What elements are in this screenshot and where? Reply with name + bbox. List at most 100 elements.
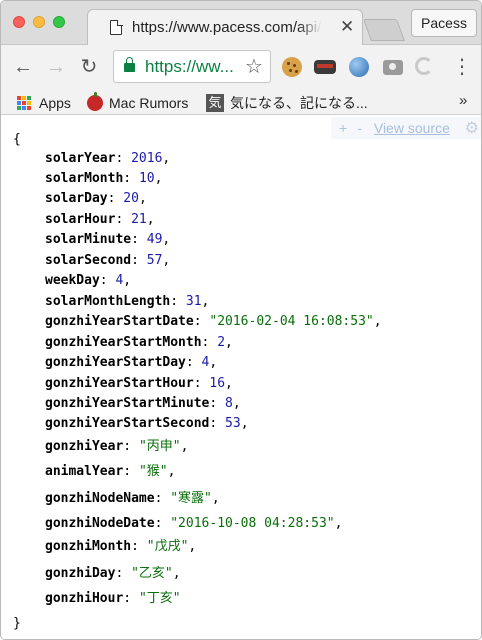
json-value: 2 xyxy=(217,335,226,350)
json-entry: gonzhiYearStartSecond: 53, xyxy=(45,414,249,434)
json-key: gonzhiNodeName xyxy=(45,491,155,506)
json-comma: , xyxy=(172,566,181,581)
json-entry: weekDay: 4, xyxy=(45,271,131,291)
json-key: gonzhiYearStartMinute xyxy=(45,396,210,411)
json-entry: gonzhiHour: "丁亥" xyxy=(45,589,181,609)
json-separator: : xyxy=(123,171,139,186)
json-key: gonzhiYear xyxy=(45,439,124,454)
json-entry: animalYear: "猴", xyxy=(45,462,175,482)
json-key: gonzhiMonth xyxy=(45,539,132,554)
mask-extension-icon[interactable] xyxy=(314,60,336,74)
json-comma: , xyxy=(188,539,197,554)
profile-button[interactable]: Pacess xyxy=(411,9,477,37)
page-content: + - View source ⚙ { } solarYear: 2016, so… xyxy=(1,116,481,639)
swirl-extension-icon[interactable] xyxy=(415,57,433,75)
apps-grid-dot xyxy=(27,101,31,105)
reload-icon[interactable]: ↻ xyxy=(78,56,100,78)
json-key: animalYear xyxy=(45,464,124,479)
collapse-all-button[interactable]: - xyxy=(357,120,362,136)
json-value: "寒露" xyxy=(170,491,212,506)
json-key: gonzhiYearStartMonth xyxy=(45,335,202,350)
camera-extension-icon[interactable] xyxy=(383,60,403,75)
json-comma: , xyxy=(240,416,249,431)
apps-grid-dot xyxy=(22,101,26,105)
apps-grid-dot xyxy=(27,106,31,110)
json-separator: : xyxy=(123,439,139,454)
address-bar[interactable]: https://ww... ☆ xyxy=(113,50,271,83)
bookmarks-overflow-icon[interactable]: » xyxy=(459,92,467,109)
gear-icon[interactable]: ⚙ xyxy=(465,118,479,138)
json-separator: : xyxy=(115,212,132,227)
back-icon[interactable]: ← xyxy=(12,56,34,78)
json-value: "2016-02-04 16:08:53" xyxy=(209,314,374,329)
json-separator: : xyxy=(201,335,218,350)
bookmarks-bar: Apps Mac Rumors 気 気になる、記になる... » xyxy=(1,90,481,115)
tab-close-icon[interactable]: ✕ xyxy=(340,17,354,37)
cookie-extension-icon[interactable] xyxy=(282,57,302,77)
json-entry: gonzhiYearStartMonth: 2, xyxy=(45,333,233,353)
json-comma: , xyxy=(123,273,132,288)
json-document: { } solarYear: 2016, solarMonth: 10, solar… xyxy=(13,130,382,631)
json-separator: : xyxy=(115,151,132,166)
json-comma: , xyxy=(138,191,147,206)
json-entry: gonzhiYear: "丙申", xyxy=(45,437,188,457)
json-key: solarYear xyxy=(45,151,116,166)
apps-grid-icon xyxy=(17,96,31,110)
bookmark-apps[interactable]: Apps xyxy=(17,94,71,112)
menu-icon[interactable]: ⋮ xyxy=(452,57,472,77)
window-maximize-button[interactable] xyxy=(53,16,65,28)
json-comma: , xyxy=(201,294,210,309)
json-value: "2016-10-08 04:28:53" xyxy=(170,516,335,531)
json-entry: solarMonthLength: 31, xyxy=(45,292,209,312)
json-entry: solarSecond: 57, xyxy=(45,251,170,271)
json-separator: : xyxy=(99,273,116,288)
window-minimize-button[interactable] xyxy=(33,16,45,28)
json-value: 16 xyxy=(209,376,226,391)
json-key: weekDay xyxy=(45,273,100,288)
json-separator: : xyxy=(170,294,186,309)
json-value: "丁亥" xyxy=(138,591,181,606)
tab-title: https://www.pacess.com/api/ xyxy=(132,19,322,36)
json-separator: : xyxy=(115,566,132,581)
forward-icon[interactable]: → xyxy=(45,56,67,78)
json-entry: solarMonth: 10, xyxy=(45,169,162,189)
new-tab-button[interactable] xyxy=(362,19,406,41)
json-separator: : xyxy=(185,355,202,370)
browser-tab[interactable]: https://www.pacess.com/api/ ✕ xyxy=(87,9,363,46)
globe-extension-icon[interactable] xyxy=(349,57,369,77)
address-text[interactable]: https://ww... xyxy=(145,57,234,77)
json-separator: : xyxy=(154,516,171,531)
json-separator: : xyxy=(107,191,124,206)
json-comma: , xyxy=(225,376,233,391)
apps-grid-dot xyxy=(17,106,21,110)
json-viewer-toolbar: + - View source ⚙ xyxy=(331,117,481,139)
page-icon xyxy=(110,19,123,35)
apple-icon xyxy=(87,92,103,111)
lock-icon[interactable] xyxy=(124,57,135,72)
json-key: solarMinute xyxy=(45,232,132,247)
apps-grid-dot xyxy=(17,101,21,105)
json-separator: : xyxy=(193,314,210,329)
json-comma: , xyxy=(162,253,171,268)
json-value: "丙申" xyxy=(138,439,181,454)
json-key: gonzhiYearStartSecond xyxy=(45,416,210,431)
json-key: solarMonthLength xyxy=(45,294,171,309)
apps-grid-dot xyxy=(17,96,21,100)
window-close-button[interactable] xyxy=(13,16,25,28)
json-value: 8 xyxy=(225,396,233,411)
json-value: 53 xyxy=(225,416,241,431)
star-icon[interactable]: ☆ xyxy=(245,54,263,79)
view-source-link[interactable]: View source xyxy=(374,120,450,136)
expand-all-button[interactable]: + xyxy=(339,120,347,136)
json-entry: gonzhiDay: "乙亥", xyxy=(45,564,181,584)
json-value: "戊戌" xyxy=(146,539,189,554)
toolbar: ← → ↻ https://ww... ☆ ⋮ xyxy=(1,45,481,90)
bookmark-kininaru[interactable]: 気 気になる、記になる... xyxy=(206,94,368,112)
json-separator: : xyxy=(131,232,147,247)
bookmark-mac-rumors[interactable]: Mac Rumors xyxy=(87,92,189,112)
json-entry: solarHour: 21, xyxy=(45,210,155,230)
json-open-brace: { xyxy=(13,132,21,147)
json-comma: , xyxy=(209,355,218,370)
bookmark-label: Mac Rumors xyxy=(109,95,189,111)
json-comma: , xyxy=(180,439,189,454)
